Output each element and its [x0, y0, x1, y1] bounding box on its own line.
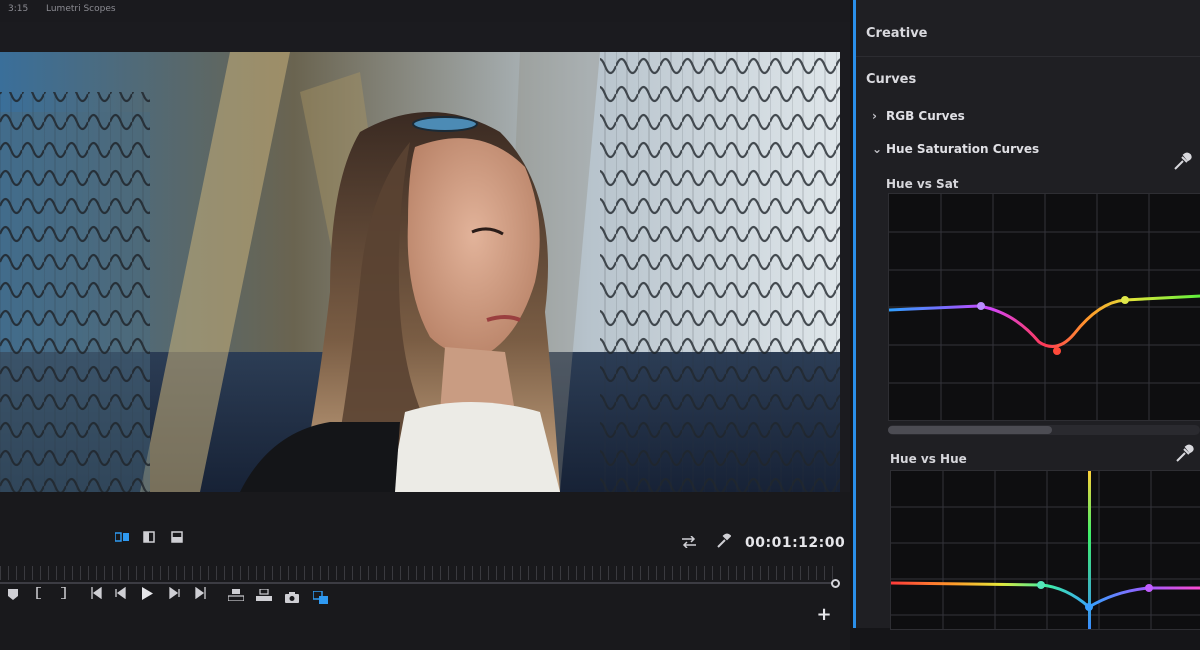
- eyedropper-icon[interactable]: [1172, 152, 1194, 174]
- go-to-in-icon[interactable]: [88, 586, 104, 600]
- chevron-right-icon: ›: [872, 109, 877, 123]
- multi-view-icon[interactable]: [114, 530, 130, 544]
- hue-sat-curves-label: Hue Saturation Curves: [886, 142, 1040, 156]
- hue-vs-sat-label: Hue vs Sat: [886, 177, 959, 191]
- mark-out-icon[interactable]: [56, 586, 70, 600]
- go-to-out-icon[interactable]: [193, 586, 209, 600]
- mark-in-icon[interactable]: [32, 586, 46, 600]
- top-title: Lumetri Scopes: [46, 4, 116, 14]
- rgb-curves-label: RGB Curves: [886, 109, 965, 123]
- lift-icon[interactable]: [227, 588, 245, 602]
- swap-icon[interactable]: [680, 534, 698, 550]
- step-forward-icon[interactable]: [166, 586, 182, 600]
- add-button[interactable]: +: [815, 604, 833, 625]
- video-preview[interactable]: [0, 52, 840, 492]
- rgb-curves-toggle[interactable]: › RGB Curves: [872, 109, 965, 123]
- add-marker-icon[interactable]: [6, 587, 20, 601]
- scrollbar-thumb[interactable]: [888, 426, 1052, 434]
- time-ruler[interactable]: [0, 566, 836, 580]
- step-back-icon[interactable]: [113, 586, 129, 600]
- curves-section-header[interactable]: Curves: [866, 72, 916, 87]
- export-frame-icon[interactable]: [284, 590, 300, 604]
- playhead-handle[interactable]: [831, 579, 840, 588]
- split-view-icon[interactable]: [141, 530, 157, 544]
- scrub-bar[interactable]: [0, 582, 832, 584]
- divider: [856, 56, 1200, 57]
- top-timecode: 3:15: [8, 4, 29, 14]
- hue-vs-hue-curve[interactable]: [890, 470, 1200, 630]
- top-bar: 3:15 Lumetri Scopes: [0, 0, 850, 22]
- hue-vs-sat-curve[interactable]: [888, 193, 1200, 421]
- creative-section-header[interactable]: Creative: [866, 26, 928, 41]
- curve-scrollbar[interactable]: [888, 425, 1200, 435]
- chevron-down-icon: ⌄: [872, 142, 883, 156]
- playhead-timecode[interactable]: 00:01:12:00: [745, 535, 845, 551]
- hue-vs-hue-label: Hue vs Hue: [890, 452, 967, 466]
- extract-icon[interactable]: [255, 588, 273, 602]
- hue-sat-curves-toggle[interactable]: ⌄ Hue Saturation Curves: [872, 142, 1039, 156]
- video-frame-image: [0, 52, 840, 492]
- play-icon[interactable]: [139, 586, 155, 601]
- wrench-icon[interactable]: [714, 532, 732, 550]
- single-view-icon[interactable]: [169, 530, 185, 544]
- comparison-view-icon[interactable]: [312, 590, 330, 606]
- eyedropper-icon[interactable]: [1174, 444, 1196, 466]
